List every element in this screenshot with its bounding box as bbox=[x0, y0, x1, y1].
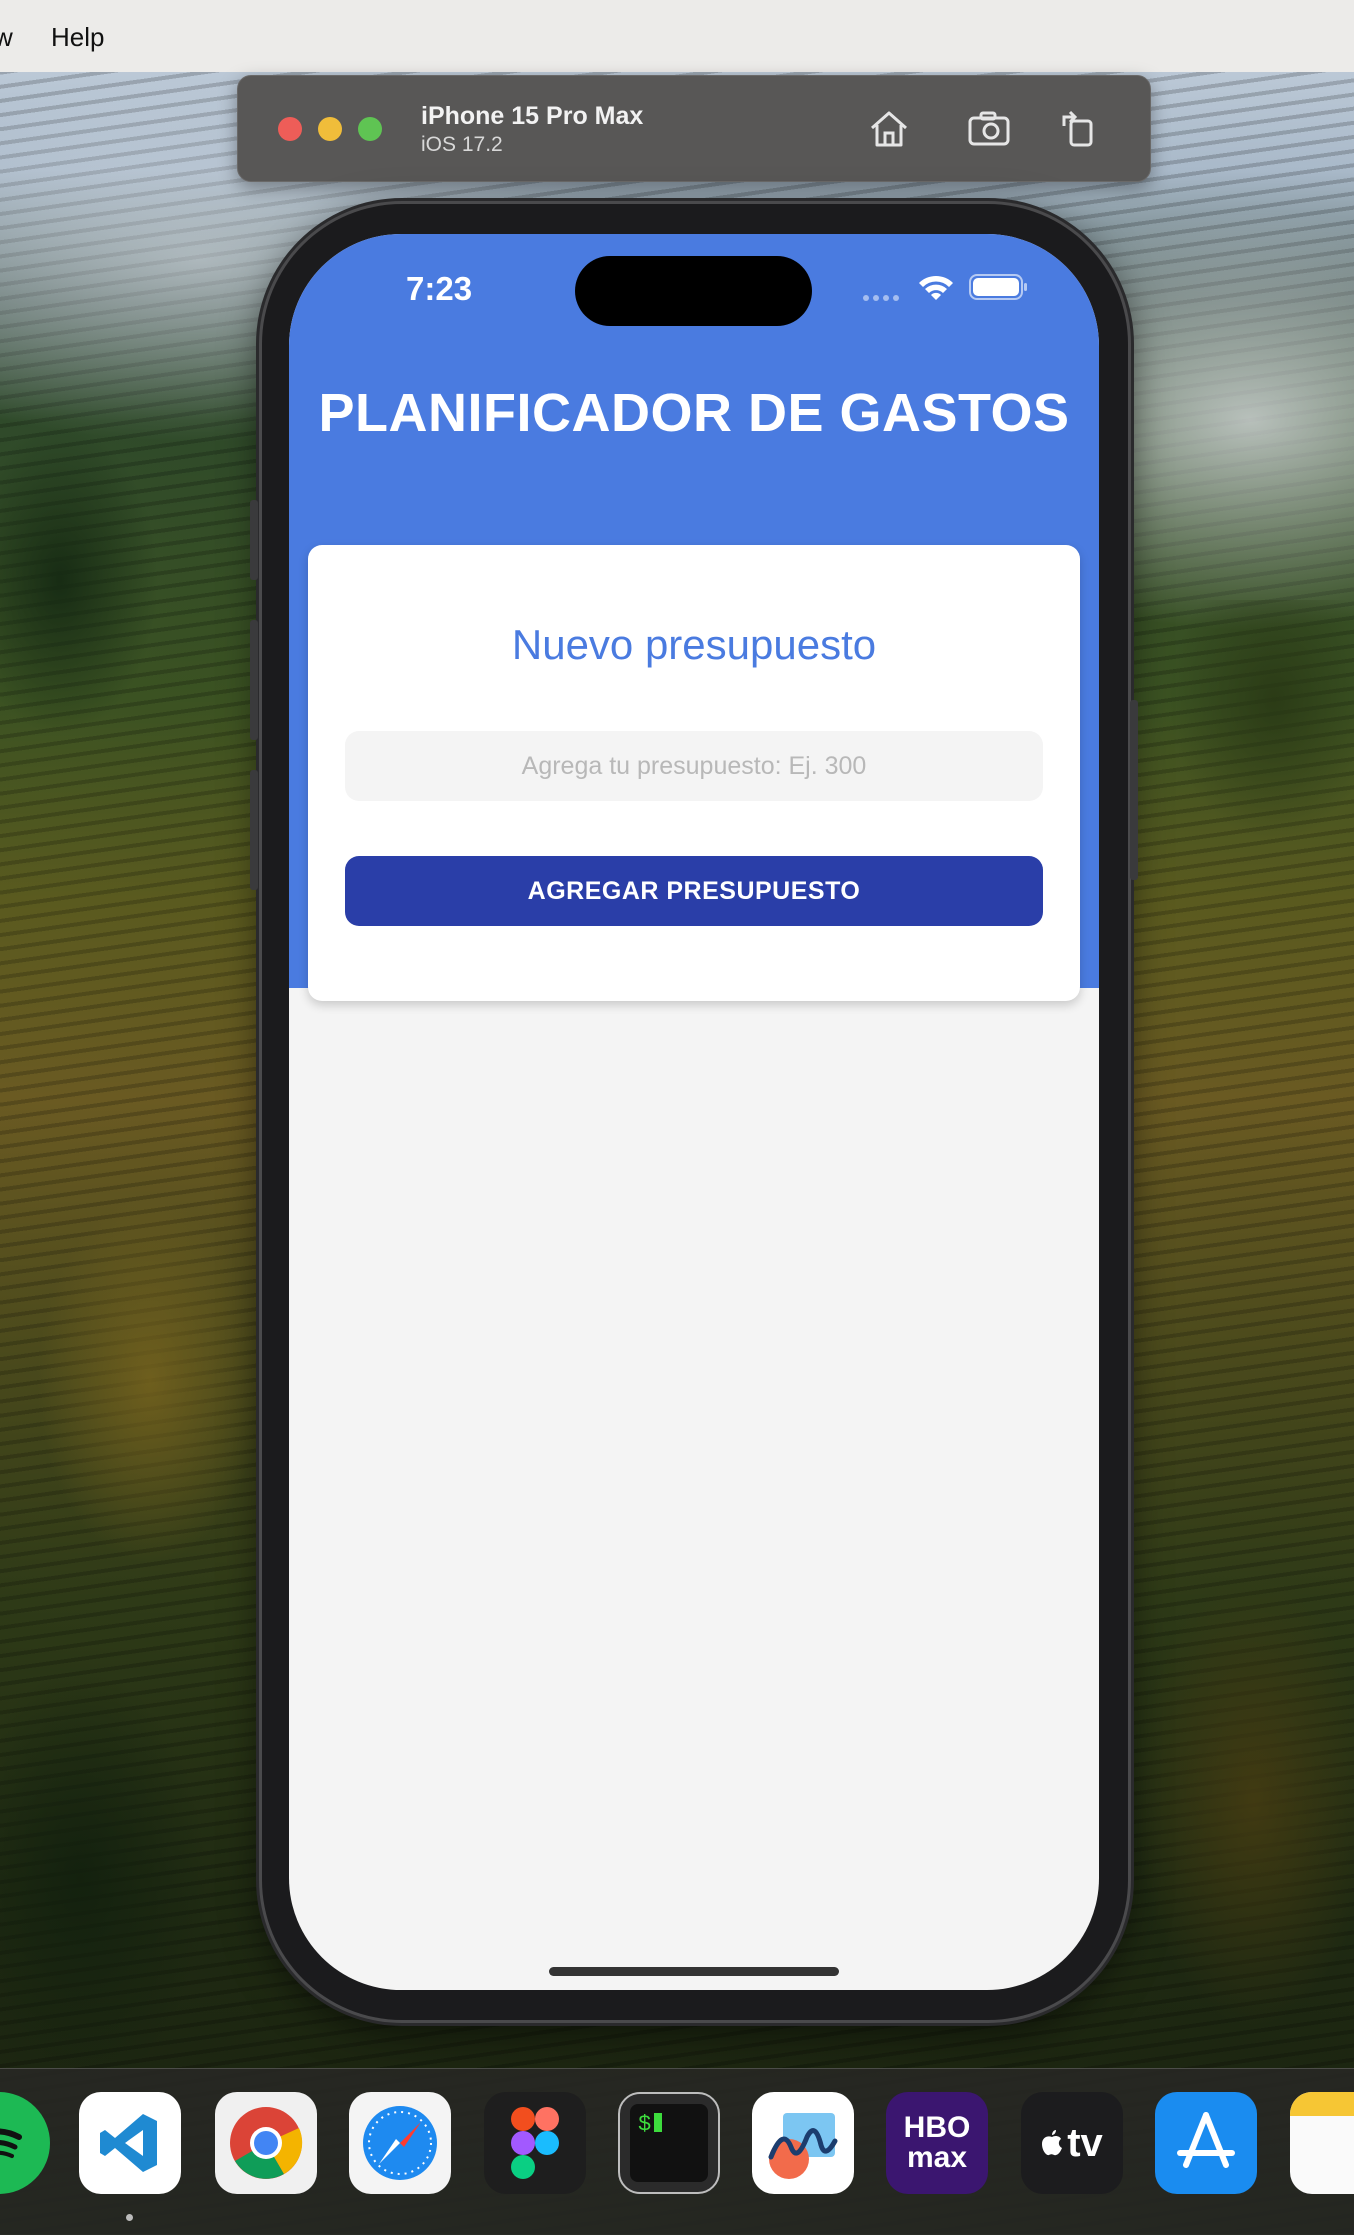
home-indicator[interactable] bbox=[549, 1967, 839, 1976]
wallpaper-trees-left bbox=[0, 380, 280, 2080]
rotate-icon[interactable] bbox=[1056, 106, 1102, 152]
os-version: iOS 17.2 bbox=[421, 133, 503, 156]
menu-item-window[interactable]: w bbox=[0, 22, 13, 53]
terminal-icon[interactable]: $ bbox=[618, 2092, 720, 2194]
wifi-icon bbox=[919, 275, 953, 300]
freeform-icon[interactable] bbox=[752, 2092, 854, 2194]
device-name: iPhone 15 Pro Max bbox=[421, 102, 644, 130]
running-indicator bbox=[126, 2214, 133, 2221]
volume-up-button bbox=[250, 620, 258, 740]
card-title: Nuevo presupuesto bbox=[511, 621, 877, 668]
signal-icon bbox=[863, 295, 899, 301]
dock: $ HBO max tv bbox=[0, 2068, 1354, 2235]
budget-input[interactable] bbox=[345, 731, 1043, 801]
phone-side-button bbox=[250, 500, 258, 580]
vscode-icon[interactable] bbox=[79, 2092, 181, 2194]
app-store-icon[interactable] bbox=[1155, 2092, 1257, 2194]
chrome-icon[interactable] bbox=[215, 2092, 317, 2194]
volume-down-button bbox=[250, 770, 258, 890]
svg-text:$: $ bbox=[638, 2112, 651, 2137]
budget-form-card: Nuevo presupuesto AGREGAR PRESUPUESTO bbox=[308, 545, 1080, 1001]
hbo-max-label: HBO max bbox=[903, 2111, 971, 2174]
dynamic-island bbox=[575, 256, 812, 326]
menu-bar: w Help bbox=[0, 0, 1354, 72]
power-button bbox=[1130, 700, 1138, 880]
notes-icon[interactable] bbox=[1290, 2092, 1354, 2194]
spotify-icon[interactable] bbox=[0, 2092, 50, 2194]
minimize-button[interactable] bbox=[318, 117, 342, 141]
apple-tv-icon[interactable]: tv bbox=[1021, 2092, 1123, 2194]
simulator-title-bar[interactable]: iPhone 15 Pro Max iOS 17.2 bbox=[237, 75, 1151, 182]
menu-item-help[interactable]: Help bbox=[51, 22, 104, 53]
home-icon[interactable] bbox=[866, 106, 912, 152]
phone-screen: 7:23 PLANIFICADOR DE GASTOS Nuevo presup… bbox=[289, 234, 1099, 1990]
apple-tv-label: tv bbox=[1067, 2120, 1103, 2165]
battery-icon bbox=[969, 274, 1027, 300]
zoom-button[interactable] bbox=[358, 117, 382, 141]
add-budget-button[interactable]: AGREGAR PRESUPUESTO bbox=[345, 856, 1043, 926]
status-time: 7:23 bbox=[406, 270, 473, 307]
app-title: PLANIFICADOR DE GASTOS bbox=[318, 383, 1070, 443]
figma-icon[interactable] bbox=[484, 2092, 586, 2194]
close-button[interactable] bbox=[278, 117, 302, 141]
safari-icon[interactable] bbox=[349, 2092, 451, 2194]
hbo-max-icon[interactable]: HBO max bbox=[886, 2092, 988, 2194]
screenshot-icon[interactable] bbox=[966, 106, 1012, 152]
